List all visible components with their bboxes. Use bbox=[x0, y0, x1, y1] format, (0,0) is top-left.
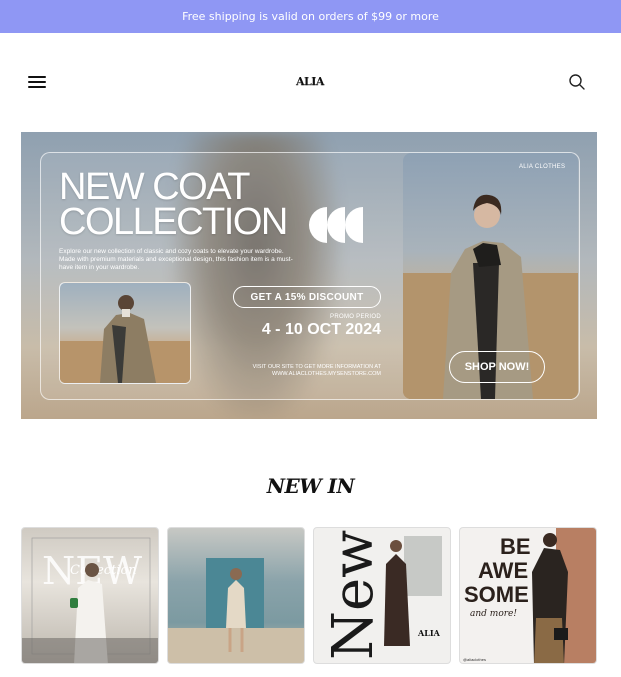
promo-period-label: PROMO PERIOD bbox=[330, 314, 381, 320]
product-4-script-text: and more! bbox=[470, 609, 517, 619]
product-card-4[interactable]: BE AWE SOME and more! @aliaclothes bbox=[459, 527, 597, 664]
new-in-grid: NEW Collection New ALIA BE AWE bbox=[21, 527, 597, 664]
product-card-1[interactable]: NEW Collection bbox=[21, 527, 159, 664]
product-3-overlay-text: New bbox=[321, 530, 386, 660]
visit-line2: WWW.ALIACLOTHES.MYSENSTORE.COM bbox=[272, 371, 381, 377]
product-card-3[interactable]: New ALIA bbox=[313, 527, 451, 664]
product-1-script-text: Collection bbox=[70, 563, 137, 578]
half-circle-shapes-icon bbox=[309, 206, 369, 244]
announcement-bar: Free shipping is valid on orders of $99 … bbox=[0, 0, 621, 33]
product-4-handle: @aliaclothes bbox=[463, 657, 486, 662]
new-in-title: NEW IN bbox=[266, 474, 355, 498]
hero-banner[interactable]: NEW COAT COLLECTION Explore our new coll… bbox=[21, 132, 597, 419]
product-4-line1: BE bbox=[500, 534, 531, 559]
site-header: ALIA bbox=[0, 33, 621, 131]
visit-site-text: VISIT OUR SITE TO GET MORE INFORMATION A… bbox=[211, 364, 381, 378]
discount-button[interactable]: GET A 15% DISCOUNT bbox=[233, 286, 381, 308]
visit-line1: VISIT OUR SITE TO GET MORE INFORMATION A… bbox=[252, 364, 381, 370]
hero-title: NEW COAT COLLECTION bbox=[59, 166, 319, 243]
promo-dates: 4 - 10 OCT 2024 bbox=[261, 321, 381, 338]
product-card-2[interactable] bbox=[167, 527, 305, 664]
hero-title-line1: NEW COAT bbox=[59, 166, 250, 208]
hamburger-icon[interactable] bbox=[28, 73, 48, 91]
hero-description: Explore our new collection of classic an… bbox=[59, 248, 293, 271]
announcement-text: Free shipping is valid on orders of $99 … bbox=[182, 10, 439, 23]
hero-title-line2: COLLECTION bbox=[59, 201, 288, 243]
product-3-logo: ALIA bbox=[417, 628, 441, 638]
product-4-line2: AWE bbox=[478, 558, 528, 583]
hero-thumbnail-image bbox=[59, 282, 191, 384]
product-4-line3: SOME bbox=[464, 582, 529, 607]
brand-tag: ALIA CLOTHES bbox=[519, 164, 566, 170]
search-icon[interactable] bbox=[568, 73, 586, 91]
site-logo[interactable]: ALIA bbox=[294, 75, 326, 91]
shop-now-button[interactable]: SHOP NOW! bbox=[449, 351, 545, 383]
